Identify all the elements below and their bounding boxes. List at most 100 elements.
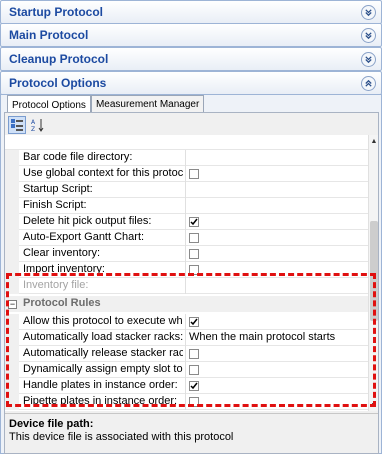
chevron-double-down-icon[interactable] [361,51,376,67]
categorized-view-icon[interactable] [8,116,26,134]
row-gutter [5,150,19,166]
property-label: Use global context for this protocol: [23,167,183,179]
property-label: Finish Script: [23,199,87,211]
scroll-up-icon[interactable]: ▲ [369,135,378,147]
checkbox-unchecked[interactable] [189,365,199,375]
row-gutter [5,330,19,346]
property-label: Automatically load stacker racks: [23,331,183,343]
property-value[interactable]: When the main protocol starts [189,331,335,343]
property-row[interactable]: Allow this protocol to execute while [5,314,368,330]
column-divider [185,182,186,198]
checkbox-unchecked[interactable] [189,349,199,359]
property-label: Delete hit pick output files: [23,215,152,227]
row-gutter [5,246,19,262]
checkbox-checked[interactable] [189,381,199,391]
row-gutter [5,394,19,410]
property-toolbar: A Z [8,115,47,135]
property-row[interactable]: Startup Script: [5,182,368,198]
row-gutter [5,182,19,198]
chevron-double-up-icon[interactable] [361,75,376,91]
alphabetical-sort-icon[interactable]: A Z [29,116,47,134]
row-gutter [5,278,19,294]
checkmark-icon [190,382,198,390]
description-title: Device file path: [9,418,94,430]
category-label: Protocol Rules [23,297,101,309]
property-grid-body: Bar code file directory: Use global cont… [5,135,378,411]
column-divider [185,150,186,166]
checkbox-unchecked[interactable] [189,169,199,179]
description-text: This device file is associated with this… [9,431,234,443]
property-label: Inventory file: [23,279,89,291]
checkbox-checked[interactable] [189,317,199,327]
column-divider [185,262,186,278]
property-label: Pipette plates in instance order: [23,395,178,407]
property-row[interactable]: Automatically release stacker racks af [5,346,368,362]
property-label: Bar code file directory: [23,151,133,163]
property-label: Auto-Export Gantt Chart: [23,231,145,243]
property-label: Startup Script: [23,183,93,195]
column-divider [185,214,186,230]
column-divider [185,198,186,214]
property-row[interactable]: Auto-Export Gantt Chart: [5,230,368,246]
property-label: Clear inventory: [23,247,101,259]
svg-text:Z: Z [31,126,35,132]
column-divider [185,362,186,378]
property-row[interactable]: Handle plates in instance order: [5,378,368,394]
panel-title: Protocol Options [9,76,107,90]
column-divider [185,346,186,362]
checkbox-unchecked[interactable] [189,233,199,243]
protocol-options-content: Protocol Options Measurement Manager A Z [0,94,382,454]
row-gutter [5,262,19,278]
property-row[interactable]: Use global context for this protocol: [5,166,368,182]
column-divider [185,230,186,246]
startup-protocol-panel[interactable]: Startup Protocol [0,0,382,24]
property-row[interactable]: Automatically load stacker racks: When t… [5,330,368,346]
row-gutter [5,378,19,394]
scroll-down-icon[interactable]: ▼ [369,399,378,411]
description-pane: Device file path: This device file is as… [5,413,378,453]
column-divider [185,330,186,346]
property-row[interactable]: Pipette plates in instance order: [5,394,368,410]
row-gutter [5,346,19,362]
row-gutter [5,362,19,378]
vertical-scrollbar[interactable]: ▲ ▼ [368,135,378,411]
checkbox-unchecked[interactable] [189,249,199,259]
property-row[interactable] [5,135,368,150]
panel-title: Main Protocol [9,28,89,42]
protocol-options-panel[interactable]: Protocol Options [0,71,382,95]
property-row[interactable]: Finish Script: [5,198,368,214]
property-grid: A Z Bar code file directory: Use global … [4,112,379,454]
checkbox-unchecked[interactable] [189,265,199,275]
scrollbar-thumb[interactable] [370,221,378,321]
collapse-icon[interactable]: − [8,300,17,309]
column-divider [185,166,186,182]
property-label: Automatically release stacker racks af [23,347,183,359]
chevron-double-down-icon[interactable] [361,27,376,43]
column-divider [185,314,186,330]
column-divider [185,278,186,294]
tab-strip: Protocol Options Measurement Manager [7,95,205,114]
main-protocol-panel[interactable]: Main Protocol [0,23,382,47]
row-gutter [5,198,19,214]
property-row[interactable]: Dynamically assign empty slot to load [5,362,368,378]
property-row[interactable]: Inventory file: [5,278,368,294]
row-gutter [5,166,19,182]
tab-measurement-manager[interactable]: Measurement Manager [90,95,205,113]
property-row[interactable]: Clear inventory: [5,246,368,262]
property-label: Allow this protocol to execute while [23,315,183,327]
checkbox-unchecked[interactable] [189,397,199,407]
category-protocol-rules[interactable]: − Protocol Rules [5,296,368,312]
row-gutter [5,314,19,330]
panel-title: Startup Protocol [9,5,104,19]
property-row[interactable]: Import inventory: [5,262,368,278]
property-row[interactable]: Delete hit pick output files: [5,214,368,230]
column-divider [185,246,186,262]
property-row[interactable]: Bar code file directory: [5,150,368,166]
property-label: Import inventory: [23,263,105,275]
cleanup-protocol-panel[interactable]: Cleanup Protocol [0,47,382,71]
chevron-double-down-icon[interactable] [361,4,376,20]
checkbox-checked[interactable] [189,217,199,227]
panel-title: Cleanup Protocol [9,52,109,66]
row-gutter [5,230,19,246]
checkmark-icon [190,318,198,326]
